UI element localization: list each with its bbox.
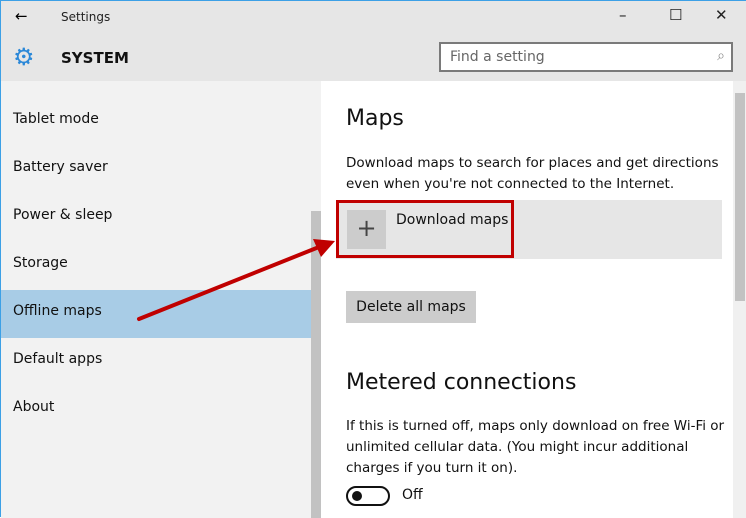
search-input[interactable]: Find a setting ⌕	[439, 42, 733, 72]
sidebar-item-tablet-mode[interactable]: Tablet mode	[1, 98, 311, 146]
metered-description: If this is turned off, maps only downloa…	[346, 418, 725, 476]
minimize-button[interactable]: –	[619, 6, 627, 24]
sidebar: Tablet mode Battery saver Power & sleep …	[1, 81, 321, 518]
back-button[interactable]: ←	[15, 7, 28, 25]
sidebar-item-power-sleep[interactable]: Power & sleep	[1, 194, 311, 242]
sidebar-scrollbar[interactable]	[311, 211, 321, 518]
annotation-highlight-box	[336, 200, 514, 258]
delete-all-maps-button[interactable]: Delete all maps	[346, 291, 476, 323]
sidebar-item-offline-maps[interactable]: Offline maps	[1, 290, 311, 338]
maximize-button[interactable]: ☐	[669, 6, 682, 24]
search-icon[interactable]: ⌕	[717, 48, 725, 64]
header: ⚙ SYSTEM Find a setting ⌕	[1, 33, 746, 81]
sidebar-item-default-apps[interactable]: Default apps	[1, 338, 311, 386]
sidebar-item-about[interactable]: About	[1, 386, 311, 434]
sidebar-item-storage[interactable]: Storage	[1, 242, 311, 290]
window-title: Settings	[61, 10, 111, 24]
sidebar-item-battery-saver[interactable]: Battery saver	[1, 146, 311, 194]
maps-description: Download maps to search for places and g…	[346, 155, 719, 192]
section-title: SYSTEM	[61, 49, 129, 67]
metered-heading: Metered connections	[346, 370, 577, 395]
content-scrollbar[interactable]	[733, 81, 746, 518]
metered-toggle[interactable]	[346, 486, 390, 506]
close-button[interactable]: ✕	[715, 6, 728, 24]
title-bar: ← Settings – ☐ ✕	[1, 1, 746, 33]
gear-icon: ⚙	[13, 43, 35, 71]
scrollbar-thumb[interactable]	[735, 93, 745, 301]
maps-heading: Maps	[346, 106, 404, 131]
search-placeholder: Find a setting	[450, 49, 545, 65]
toggle-state: Off	[402, 487, 423, 503]
